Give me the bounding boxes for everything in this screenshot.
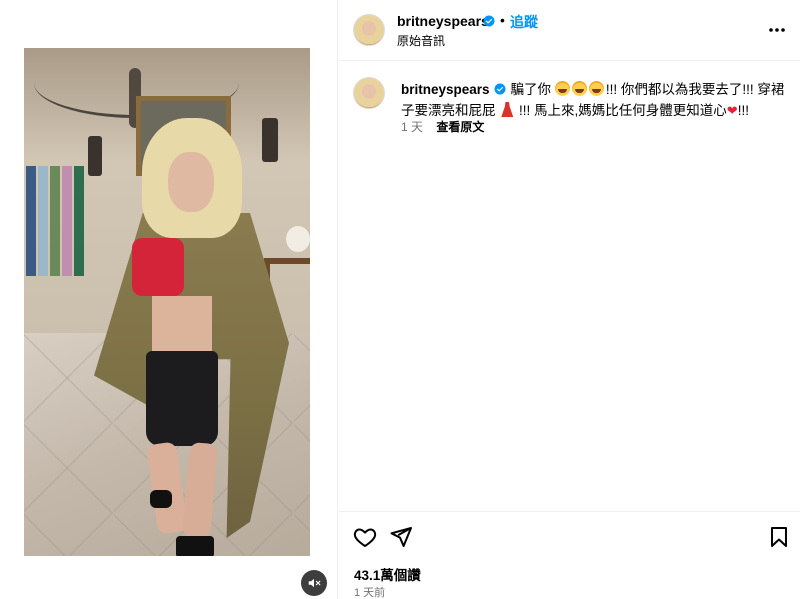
caption-username[interactable]: britneyspears <box>401 82 490 97</box>
video-flowers <box>286 226 310 252</box>
video-sconce-right <box>262 118 278 162</box>
video-clothes-rack <box>24 160 84 285</box>
caption-text: britneyspears 騙了你 !!! 你們都以為我要去了!!! 穿裙子要漂… <box>401 79 791 121</box>
video-person-shorts <box>146 351 218 446</box>
post-video[interactable] <box>24 48 310 556</box>
caption-age: 1 天 <box>401 120 424 134</box>
like-button[interactable] <box>353 525 379 551</box>
heart-icon <box>353 528 377 547</box>
post-timestamp[interactable]: 1 天前 <box>354 584 385 599</box>
laughing-emoji-icon <box>588 81 604 96</box>
caption-part-1: 騙了你 <box>510 82 555 97</box>
paper-plane-icon <box>390 527 412 547</box>
caption-avatar[interactable] <box>353 77 385 109</box>
follow-button[interactable]: 追蹤 <box>510 12 538 32</box>
verified-badge-icon <box>483 15 495 27</box>
more-options-button[interactable] <box>767 20 787 40</box>
video-sconce-left <box>88 136 102 176</box>
bookmark-icon <box>771 527 787 547</box>
dress-emoji-icon <box>501 102 514 117</box>
avatar[interactable] <box>353 14 385 46</box>
verified-badge-icon <box>494 83 506 95</box>
video-person-top <box>132 238 184 296</box>
video-person-boot-right <box>176 536 214 556</box>
like-count[interactable]: 43.1萬個讚 <box>354 564 421 584</box>
see-translation-button[interactable]: 查看原文 <box>436 120 484 134</box>
muted-speaker-icon <box>308 578 321 588</box>
media-pane <box>0 0 338 599</box>
post-actions: 43.1萬個讚 1 天前 <box>339 511 800 599</box>
more-options-icon <box>769 28 785 32</box>
caption-part-3: !!! 馬上來,媽媽比任何身體更知道心 <box>515 103 727 118</box>
share-button[interactable] <box>389 525 415 551</box>
caption-part-4: !!! <box>737 103 749 118</box>
save-button[interactable] <box>767 525 793 551</box>
mute-button[interactable] <box>301 570 327 596</box>
audio-link[interactable]: 原始音訊 <box>397 32 445 49</box>
video-person-face <box>168 152 214 212</box>
laughing-emoji-icon <box>571 81 587 96</box>
post-header: britneyspears • 追蹤 原始音訊 <box>339 0 800 61</box>
header-username[interactable]: britneyspears <box>397 13 489 29</box>
video-person-boot-left <box>150 490 172 508</box>
laughing-emoji-icon <box>554 81 570 96</box>
red-heart-emoji-icon: ❤ <box>726 103 738 118</box>
video-person-torso <box>152 296 212 356</box>
caption-meta: 1 天 查看原文 <box>401 118 484 135</box>
header-separator: • <box>500 12 505 28</box>
